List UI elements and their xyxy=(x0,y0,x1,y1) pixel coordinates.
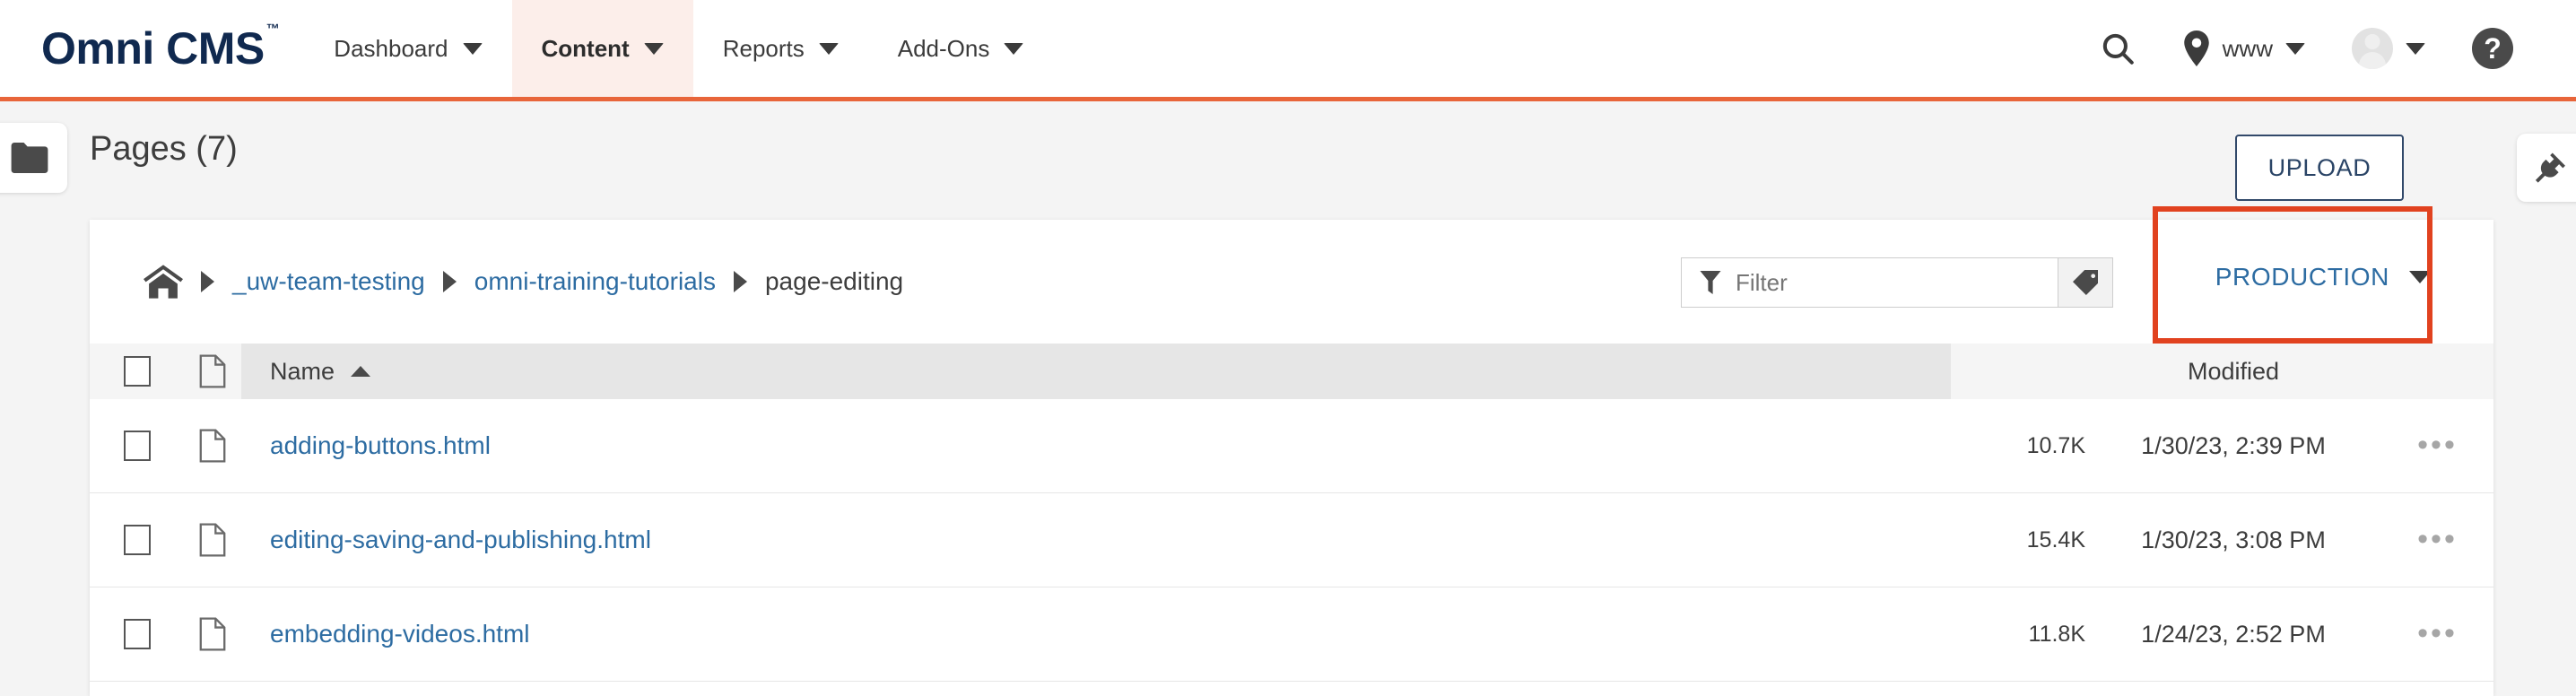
filter-control xyxy=(1681,257,2113,308)
location-pin-icon xyxy=(2183,30,2210,67)
chevron-down-icon xyxy=(2406,42,2425,55)
nav-item-dashboard[interactable]: Dashboard xyxy=(304,0,511,97)
row-actions-cell: ••• xyxy=(2381,431,2493,460)
row-file-type-cell xyxy=(184,617,241,651)
row-name-cell: embedding-videos.html xyxy=(241,620,1951,648)
row-name-cell: adding-buttons.html xyxy=(241,431,1951,460)
select-all-checkbox[interactable] xyxy=(123,356,151,387)
file-icon xyxy=(199,617,226,651)
file-icon xyxy=(199,523,226,557)
sort-ascending-icon xyxy=(351,366,371,377)
select-all-cell xyxy=(90,356,184,387)
file-link[interactable]: editing-saving-and-publishing.html xyxy=(270,526,651,554)
tag-icon xyxy=(2073,270,2098,295)
help-question-icon: ? xyxy=(2472,28,2513,69)
help-button[interactable]: ? xyxy=(2449,28,2537,69)
more-options-icon[interactable]: ••• xyxy=(2417,525,2458,554)
filter-input-wrapper[interactable] xyxy=(1681,257,2058,308)
breadcrumb-item-page-editing: page-editing xyxy=(764,267,904,295)
file-link[interactable]: adding-buttons.html xyxy=(270,431,491,460)
table-row[interactable]: adding-buttons.html 10.7K 1/30/23, 2:39 … xyxy=(90,399,2493,493)
row-modified-cell: 1/30/23, 3:08 PM xyxy=(2141,526,2326,553)
nav-item-label: Add-Ons xyxy=(897,34,990,62)
breadcrumb-separator xyxy=(733,271,747,292)
breadcrumb-item-omni-training-tutorials[interactable]: omni-training-tutorials xyxy=(474,267,716,296)
row-size-cell: 11.8K xyxy=(2028,621,2085,647)
row-checkbox[interactable] xyxy=(123,619,151,649)
upload-button[interactable]: UPLOAD xyxy=(2235,135,2404,201)
home-icon[interactable] xyxy=(144,265,183,299)
main-nav-items: Dashboard Content Reports Add-Ons xyxy=(304,0,1053,97)
breadcrumb-item-uw-team-testing[interactable]: _uw-team-testing xyxy=(232,267,425,296)
breadcrumb-separator xyxy=(442,271,457,292)
chevron-down-icon xyxy=(1004,42,1024,55)
page-title: Pages (7) xyxy=(90,130,238,168)
table-header-row: Name Modified xyxy=(90,344,2493,399)
folder-panel-toggle[interactable] xyxy=(0,123,67,193)
row-modified-cell: 1/30/23, 2:39 PM xyxy=(2141,431,2326,459)
row-select-cell xyxy=(90,431,184,461)
site-selector[interactable]: www xyxy=(2160,30,2328,67)
funnel-icon xyxy=(1700,271,1721,294)
global-search-button[interactable] xyxy=(2076,30,2160,67)
chevron-down-icon xyxy=(462,42,483,55)
row-file-type-cell xyxy=(184,429,241,463)
row-checkbox[interactable] xyxy=(123,525,151,555)
table-row[interactable]: embedding-videos.html 11.8K 1/24/23, 2:5… xyxy=(90,587,2493,682)
chevron-down-icon xyxy=(2285,42,2305,55)
brand-logo[interactable]: Omni CMS ™ xyxy=(0,0,304,97)
more-options-icon[interactable]: ••• xyxy=(2417,619,2458,648)
chevron-down-icon xyxy=(643,42,664,55)
row-actions-cell: ••• xyxy=(2381,525,2493,554)
table-row[interactable]: editing-saving-and-publishing.html 15.4K… xyxy=(90,493,2493,587)
nav-item-label: Reports xyxy=(722,34,805,62)
row-actions-cell: ••• xyxy=(2381,619,2493,648)
breadcrumb-separator xyxy=(201,271,214,292)
filter-input[interactable] xyxy=(1736,268,2005,297)
trademark-symbol: ™ xyxy=(265,22,280,38)
plug-icon xyxy=(2531,149,2569,187)
name-column-label: Name xyxy=(270,357,335,385)
tag-filter-button[interactable] xyxy=(2058,257,2113,308)
more-options-icon[interactable]: ••• xyxy=(2417,431,2458,460)
environment-selector[interactable]: PRODUCTION xyxy=(2215,263,2431,291)
row-modified-cell: 1/24/23, 2:52 PM xyxy=(2141,620,2326,648)
nav-item-content[interactable]: Content xyxy=(511,0,693,97)
file-link[interactable]: embedding-videos.html xyxy=(270,620,530,648)
file-icon xyxy=(199,354,226,388)
file-type-header-cell xyxy=(184,354,241,388)
nav-item-label: Dashboard xyxy=(334,34,448,62)
plugin-panel-toggle[interactable] xyxy=(2517,134,2576,202)
brand-name: Omni CMS ™ xyxy=(41,22,280,74)
modified-column-header[interactable]: Modified xyxy=(2085,358,2381,386)
nav-item-reports[interactable]: Reports xyxy=(693,0,868,97)
row-size-cell: 15.4K xyxy=(2026,526,2085,552)
row-select-cell xyxy=(90,619,184,649)
chevron-down-icon xyxy=(818,42,839,55)
file-icon xyxy=(199,429,226,463)
page-toolbar: Pages (7) UPLOAD xyxy=(0,101,2576,210)
nav-item-addons[interactable]: Add-Ons xyxy=(868,0,1054,97)
content-card: _uw-team-testing omni-training-tutorials… xyxy=(90,206,2493,696)
search-icon xyxy=(2099,30,2137,67)
avatar xyxy=(2352,28,2393,69)
user-menu[interactable] xyxy=(2328,28,2449,69)
top-navigation-bar: Omni CMS ™ Dashboard Content Reports Add-… xyxy=(0,0,2576,97)
name-column-header[interactable]: Name xyxy=(241,344,1951,399)
environment-label: PRODUCTION xyxy=(2215,263,2389,291)
folder-icon xyxy=(11,143,48,173)
row-file-type-cell xyxy=(184,523,241,557)
row-name-cell: editing-saving-and-publishing.html xyxy=(241,526,1951,554)
row-checkbox[interactable] xyxy=(123,431,151,461)
row-select-cell xyxy=(90,525,184,555)
chevron-down-icon xyxy=(2409,271,2431,283)
site-label: www xyxy=(2222,34,2273,62)
nav-right-cluster: www ? xyxy=(2076,0,2576,97)
nav-item-label: Content xyxy=(541,34,630,62)
row-size-cell: 10.7K xyxy=(2026,432,2085,458)
breadcrumb-bar: _uw-team-testing omni-training-tutorials… xyxy=(90,206,2493,344)
